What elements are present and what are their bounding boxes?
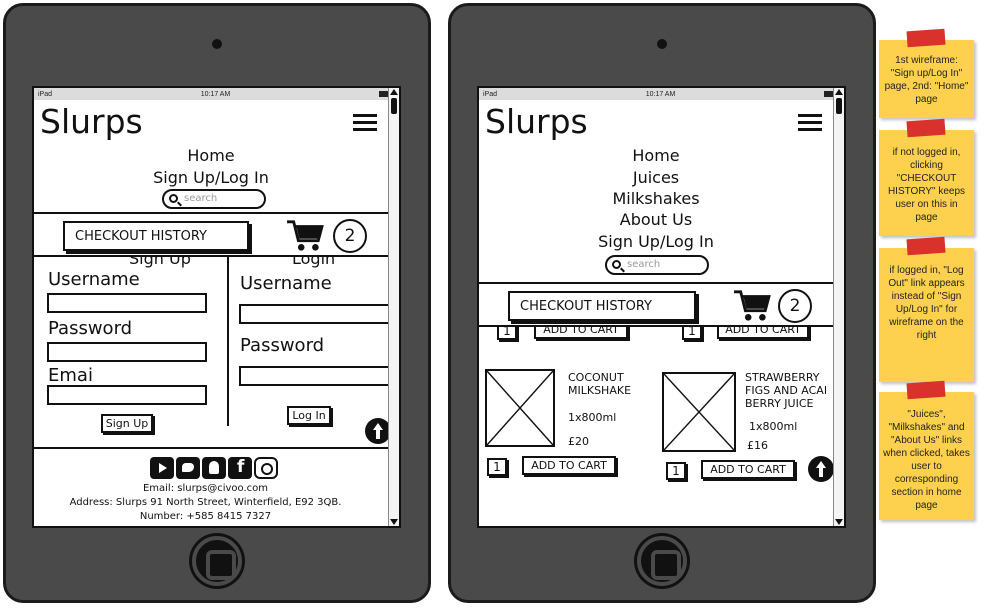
search-placeholder: search xyxy=(184,193,218,204)
search-input[interactable]: search xyxy=(605,255,709,275)
quantity-box[interactable]: 1 xyxy=(487,458,507,476)
nav-link-juices[interactable]: Juices xyxy=(479,168,833,187)
add-to-cart-button[interactable]: ADD TO CART xyxy=(701,460,795,479)
signup-email-field[interactable] xyxy=(47,385,207,405)
login-username-field[interactable] xyxy=(239,304,391,324)
youtube-icon[interactable] xyxy=(150,457,174,479)
sticky-note: if not logged in, clicking "CHECKOUT HIS… xyxy=(879,118,974,236)
nav-link-signup-login[interactable]: Sign Up/Log In xyxy=(479,232,833,251)
clock: 10:17 AM xyxy=(645,90,676,98)
clock: 10:17 AM xyxy=(200,90,231,98)
nav-link-home[interactable]: Home xyxy=(34,146,388,165)
sticky-note: if logged in, "Log Out" link appears ins… xyxy=(879,236,974,382)
note-text: if logged in, "Log Out" link appears ins… xyxy=(888,265,965,341)
nav-link-about-us[interactable]: About Us xyxy=(479,210,833,229)
product-name: COCONUT MILKSHAKE xyxy=(568,371,632,397)
hamburger-menu-icon[interactable] xyxy=(798,114,822,135)
footer-number: Number: +585 8415 7327 xyxy=(139,511,272,522)
social-icons xyxy=(150,457,278,479)
brand-logo[interactable]: Slurps xyxy=(40,102,143,141)
scrollbar[interactable] xyxy=(833,88,844,526)
back-to-top-icon[interactable] xyxy=(808,456,834,482)
tape xyxy=(906,236,946,256)
twitter-icon[interactable] xyxy=(176,457,200,479)
search-icon xyxy=(169,194,178,203)
product-size: 1x800ml xyxy=(749,420,798,433)
checkout-bar: CHECKOUT HISTORY 2 xyxy=(479,282,833,327)
signup-password-label: Password xyxy=(48,318,133,339)
footer: Email: slurps@civoo.com Address: Slurps … xyxy=(34,447,388,526)
screen-home: iPad 10:17 AM Slurps Home Juices Milksha… xyxy=(477,86,846,528)
tablet-frame-left: iPad 10:17 AM Slurps Home Sign Up/Log In… xyxy=(3,3,431,603)
sticky-note: "Juices", "Milkshakes" and "About Us" li… xyxy=(879,380,974,520)
signup-username-label: Username xyxy=(48,269,140,290)
signup-username-field[interactable] xyxy=(47,293,207,313)
snapchat-icon[interactable] xyxy=(202,457,226,479)
footer-address: Address: Slurps 91 North Street, Winterf… xyxy=(69,497,342,508)
brand-logo[interactable]: Slurps xyxy=(485,102,588,141)
cart-count-badge: 2 xyxy=(778,289,812,323)
instagram-icon[interactable] xyxy=(254,457,278,479)
facebook-icon[interactable] xyxy=(228,457,252,479)
signup-password-field[interactable] xyxy=(47,342,207,362)
tape xyxy=(906,380,946,400)
product-size: 1x800ml xyxy=(568,411,617,424)
product-price: £16 xyxy=(747,439,768,452)
product-price: £20 xyxy=(568,435,589,448)
scrollbar[interactable] xyxy=(388,88,399,526)
screen-signup-login: iPad 10:17 AM Slurps Home Sign Up/Log In… xyxy=(32,86,401,528)
note-text: 1st wireframe: "Sign up/Log In" page, 2n… xyxy=(884,55,969,105)
scroll-down-icon[interactable] xyxy=(835,519,843,525)
checkout-history-button[interactable]: CHECKOUT HISTORY xyxy=(508,291,696,321)
device-home-button xyxy=(637,536,687,586)
footer-email: Email: slurps@civoo.com xyxy=(142,483,269,494)
login-password-field[interactable] xyxy=(239,366,391,386)
tablet-frame-right: iPad 10:17 AM Slurps Home Juices Milksha… xyxy=(448,3,876,603)
device-label: iPad xyxy=(38,90,53,98)
cart-count-badge: 2 xyxy=(333,219,367,253)
login-username-label: Username xyxy=(240,273,332,294)
signup-button[interactable]: Sign Up xyxy=(101,414,153,433)
nav-link-milkshakes[interactable]: Milkshakes xyxy=(479,189,833,208)
scroll-thumb[interactable] xyxy=(836,98,842,114)
note-text: "Juices", "Milkshakes" and "About Us" li… xyxy=(883,409,970,511)
tape xyxy=(906,118,946,138)
camera-dot xyxy=(657,39,667,49)
nav-link-home[interactable]: Home xyxy=(479,146,833,165)
device-label: iPad xyxy=(483,90,498,98)
tape xyxy=(906,28,946,48)
hamburger-menu-icon[interactable] xyxy=(353,114,377,135)
cart-icon[interactable] xyxy=(733,288,771,322)
checkout-history-button[interactable]: CHECKOUT HISTORY xyxy=(63,221,249,251)
device-home-button xyxy=(192,536,242,586)
nav-link-signup-login[interactable]: Sign Up/Log In xyxy=(34,168,388,187)
signup-email-label: Emai xyxy=(48,365,93,386)
product-name: STRAWBERRY FIGS AND ACAI BERRY JUICE xyxy=(745,371,828,410)
login-password-label: Password xyxy=(240,335,325,356)
status-bar: iPad 10:17 AM xyxy=(34,88,399,100)
sticky-note: 1st wireframe: "Sign up/Log In" page, 2n… xyxy=(879,28,974,118)
camera-dot xyxy=(212,39,222,49)
scroll-up-icon[interactable] xyxy=(390,89,398,95)
scroll-up-icon[interactable] xyxy=(835,89,843,95)
quantity-box[interactable]: 1 xyxy=(666,462,686,480)
scroll-thumb[interactable] xyxy=(391,98,397,114)
product-image-placeholder[interactable] xyxy=(662,372,736,452)
product-image-placeholder[interactable] xyxy=(485,369,555,447)
status-bar: iPad 10:17 AM xyxy=(479,88,844,100)
cart-icon[interactable] xyxy=(286,218,324,252)
search-icon xyxy=(612,260,621,269)
add-to-cart-button[interactable]: ADD TO CART xyxy=(522,456,616,475)
note-text: if not logged in, clicking "CHECKOUT HIS… xyxy=(887,147,966,223)
search-input[interactable]: search xyxy=(162,189,266,209)
login-button[interactable]: Log In xyxy=(287,406,331,425)
search-placeholder: search xyxy=(627,259,661,270)
column-divider xyxy=(227,254,229,426)
scroll-down-icon[interactable] xyxy=(390,519,398,525)
checkout-bar: CHECKOUT HISTORY 2 xyxy=(34,212,388,257)
